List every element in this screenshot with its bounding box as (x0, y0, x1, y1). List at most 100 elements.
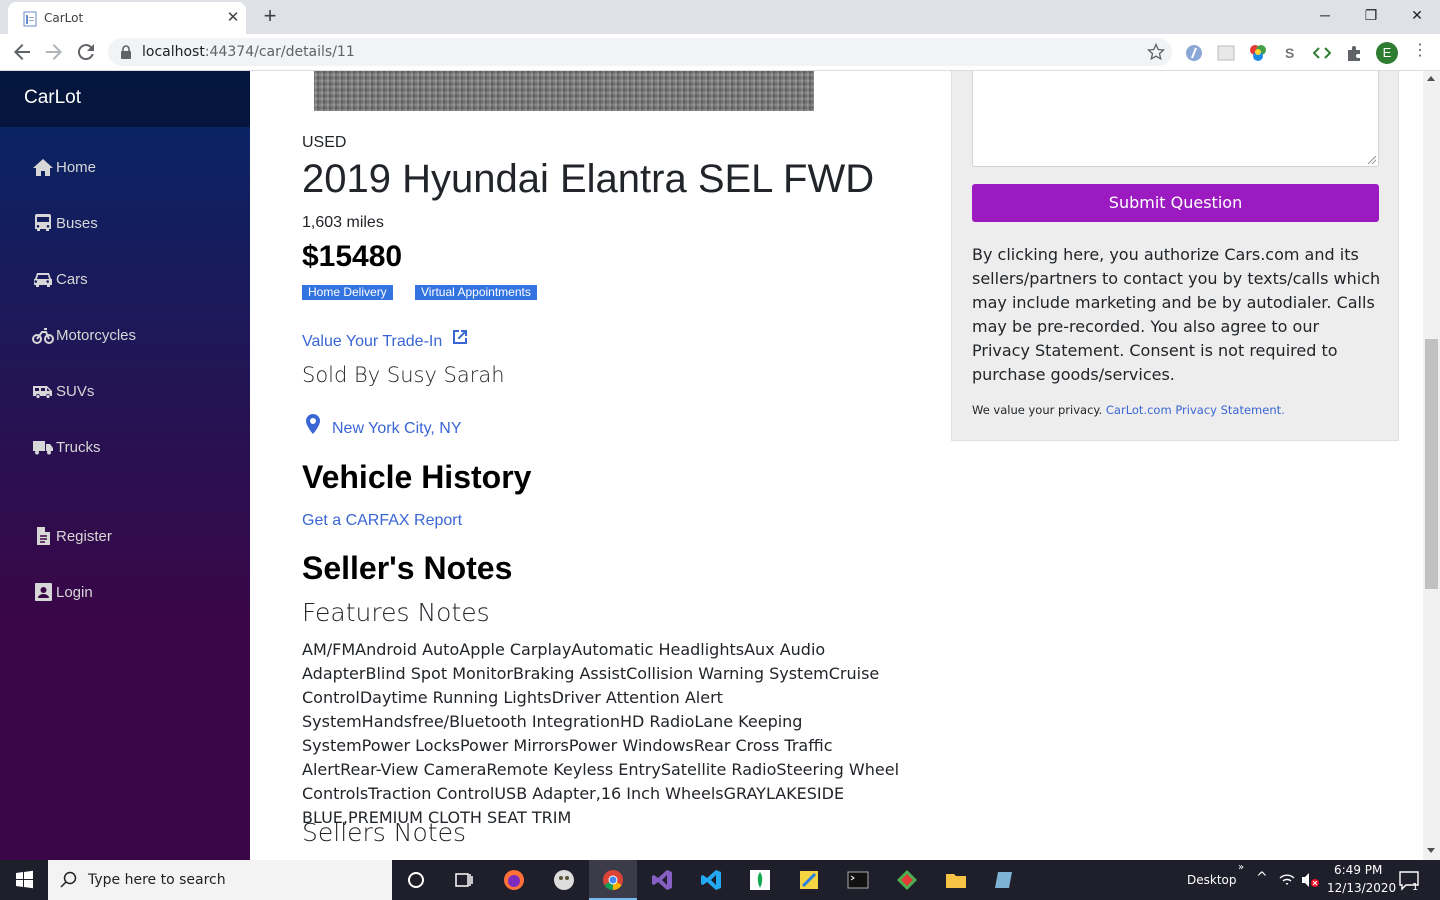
privacy-note: We value your privacy. CarLot.com Privac… (972, 403, 1285, 417)
truck-icon (33, 441, 53, 455)
volume-muted-icon[interactable] (1300, 871, 1320, 889)
features-text: AM/FMAndroid AutoApple CarplayAutomatic … (302, 640, 900, 827)
chrome-icon[interactable] (601, 868, 625, 892)
bus-icon (35, 214, 51, 231)
features-notes-heading: Features Notes (302, 598, 490, 627)
home-delivery-badge: Home Delivery (302, 285, 393, 300)
document-icon (36, 526, 51, 546)
sidebar-item-buses[interactable]: Buses (32, 208, 98, 238)
car-icon (34, 273, 52, 287)
bookmark-star-icon[interactable] (1146, 42, 1166, 62)
sidebar-item-label: Register (56, 527, 112, 545)
browser-tab[interactable]: CarLot ✕ (8, 2, 246, 34)
taskbar-search-placeholder: Type here to search (88, 872, 226, 888)
desktop-toolbar-label[interactable]: Desktop (1187, 873, 1237, 887)
sidebar-item-suvs[interactable]: SUVs (32, 376, 94, 406)
condition-label: USED (302, 134, 347, 151)
reload-icon[interactable] (74, 40, 98, 64)
visual-studio-icon[interactable] (650, 868, 674, 892)
seller-name: Sold By Susy Sarah (302, 363, 505, 387)
vscode-icon[interactable] (699, 868, 723, 892)
scroll-down-icon[interactable] (1427, 848, 1435, 853)
firefox-icon[interactable] (502, 868, 526, 892)
task-view-icon[interactable] (452, 868, 476, 892)
sidebar-item-register[interactable]: Register (32, 521, 112, 551)
sidebar-item-label: Login (56, 583, 93, 601)
scroll-up-icon[interactable] (1427, 76, 1435, 81)
new-tab-button[interactable]: + (258, 5, 282, 29)
sellers-notes-heading: Seller's Notes (302, 550, 513, 586)
sidebar-item-cars[interactable]: Cars (32, 264, 88, 294)
main-content: USED 2019 Hyundai Elantra SEL FWD 1,603 … (250, 71, 1423, 860)
sidebar-item-login[interactable]: Login (32, 577, 93, 607)
tab-title: CarLot (44, 11, 84, 25)
profile-avatar[interactable]: E (1376, 42, 1398, 64)
file-explorer-icon[interactable] (944, 868, 968, 892)
sidebar-item-home[interactable]: Home (32, 152, 96, 182)
clock-date[interactable]: 12/13/2020 (1327, 881, 1396, 895)
restore-button[interactable]: ❐ (1348, 4, 1394, 28)
resize-handle-icon[interactable] (1368, 156, 1376, 164)
app-icon[interactable] (797, 868, 821, 892)
windows-taskbar: Type here to search Desktop » ^ 6:49 PM … (0, 860, 1440, 900)
forward-icon[interactable] (42, 40, 66, 64)
app-icon[interactable] (993, 868, 1017, 892)
lock-icon (121, 45, 131, 59)
extension-icon[interactable] (1217, 44, 1235, 62)
privacy-statement-link[interactable]: CarLot.com Privacy Statement. (1106, 403, 1285, 417)
close-tab-icon[interactable]: ✕ (223, 8, 243, 28)
external-link-icon (453, 330, 468, 344)
mongodb-icon[interactable] (748, 868, 772, 892)
map-pin-icon (306, 414, 320, 434)
carfax-report-link[interactable]: Get a CARFAX Report (302, 512, 462, 530)
sidebar-item-label: Cars (56, 270, 88, 288)
terminal-icon[interactable] (846, 868, 870, 892)
back-icon[interactable] (10, 40, 34, 64)
minimize-button[interactable]: ─ (1302, 4, 1348, 28)
vehicle-history-heading: Vehicle History (302, 459, 532, 495)
chevron-up-icon[interactable]: ^ (1256, 870, 1268, 886)
page-scrollbar[interactable] (1423, 71, 1440, 860)
browser-toolbar: localhost:44374/car/details/11 S E ⋮ (0, 34, 1440, 71)
brand-bar: CarLot (0, 71, 250, 127)
taskbar-search-box[interactable]: Type here to search (48, 860, 392, 900)
sidebar-item-label: Trucks (56, 438, 101, 456)
close-window-button[interactable]: ✕ (1394, 4, 1440, 28)
code-extension-icon[interactable] (1313, 44, 1331, 62)
cortana-icon[interactable] (404, 868, 428, 892)
location-link[interactable]: New York City, NY (306, 414, 462, 438)
trade-in-link[interactable]: Value Your Trade-In (302, 327, 470, 351)
submit-question-button[interactable]: Submit Question (972, 184, 1379, 222)
scroll-thumb[interactable] (1425, 339, 1438, 589)
puzzle-icon[interactable] (1345, 44, 1363, 62)
sidebar-item-label: Motorcycles (56, 326, 137, 344)
address-bar[interactable]: localhost:44374/car/details/11 (108, 38, 1172, 66)
windows-start-icon[interactable] (0, 860, 48, 900)
notification-count: 1 (1412, 882, 1419, 893)
brand-logo[interactable]: CarLot (24, 87, 81, 109)
chevron-right-icon[interactable]: » (1238, 862, 1244, 873)
shuttle-van-icon (33, 386, 52, 399)
price: $15480 (302, 240, 403, 273)
extension-icon[interactable] (1185, 44, 1203, 62)
sidebar-item-motorcycles[interactable]: Motorcycles (32, 320, 136, 350)
question-textarea[interactable] (972, 71, 1379, 167)
car-photo[interactable] (314, 71, 814, 111)
svg-text:S: S (1285, 45, 1294, 61)
git-icon[interactable] (895, 868, 919, 892)
wifi-icon[interactable] (1278, 871, 1296, 889)
url-text: localhost:44374/car/details/11 (142, 44, 355, 60)
extension-icon[interactable]: S (1281, 44, 1299, 62)
search-icon (60, 871, 77, 888)
color-picker-extension-icon[interactable] (1249, 44, 1267, 62)
home-icon (33, 159, 53, 176)
contact-seller-panel: Submit Question By clicking here, you au… (951, 71, 1399, 441)
app-icon[interactable] (552, 868, 576, 892)
trade-in-link-label: Value Your Trade-In (302, 333, 443, 350)
clock-time[interactable]: 6:49 PM (1334, 863, 1382, 877)
menu-kebab-icon[interactable]: ⋮ (1412, 40, 1428, 59)
location-label: New York City, NY (332, 420, 462, 437)
sidebar: CarLot Home Buses Cars Motorcycles SUVs … (0, 71, 250, 860)
sidebar-item-trucks[interactable]: Trucks (32, 432, 100, 462)
privacy-prefix: We value your privacy. (972, 403, 1103, 417)
